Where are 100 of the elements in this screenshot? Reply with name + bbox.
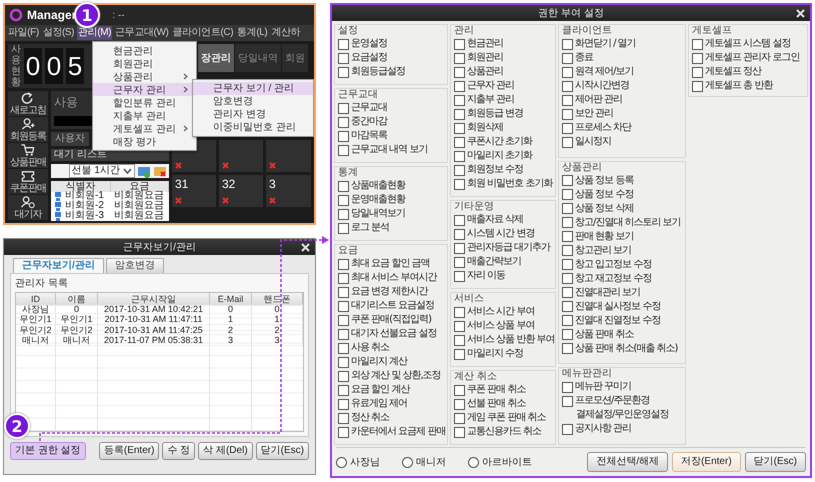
menu-item[interactable]: 이중비밀번호 관리 — [193, 121, 313, 134]
checkbox[interactable] — [454, 178, 465, 190]
checkbox[interactable] — [562, 189, 573, 200]
button[interactable]: 삭 제(Del) — [198, 442, 253, 460]
menu-item[interactable]: 상품관리 — [93, 70, 196, 83]
checkbox[interactable] — [454, 136, 465, 148]
checkbox[interactable] — [338, 180, 349, 192]
checkbox[interactable] — [338, 426, 349, 438]
checkbox[interactable] — [562, 217, 573, 228]
monitor-plus-icon[interactable] — [137, 164, 151, 178]
seat-tile[interactable] — [266, 140, 311, 172]
checkbox[interactable] — [454, 320, 465, 332]
checkbox[interactable] — [338, 194, 349, 206]
checkbox[interactable] — [454, 334, 465, 346]
menu-item[interactable]: 파일(F) — [7, 26, 40, 40]
checkbox[interactable] — [562, 94, 573, 106]
checkbox[interactable] — [562, 122, 573, 134]
close-icon[interactable] — [301, 243, 310, 252]
seat-tile[interactable]: 3 — [266, 175, 311, 207]
button[interactable]: 저장(Enter) — [672, 452, 741, 472]
checkbox[interactable] — [692, 52, 703, 64]
checkbox[interactable] — [454, 122, 465, 134]
menu-item[interactable]: 매장 평가 — [93, 135, 196, 148]
checkbox[interactable] — [338, 102, 349, 114]
checkbox[interactable] — [454, 306, 465, 318]
checkbox[interactable] — [454, 348, 465, 360]
checkbox[interactable] — [562, 231, 573, 242]
checkbox[interactable] — [562, 175, 573, 186]
checkbox[interactable] — [562, 301, 573, 312]
checkbox[interactable] — [454, 256, 465, 268]
checkbox[interactable] — [338, 370, 349, 382]
menu-item[interactable]: 지출부 관리 — [93, 109, 196, 122]
radio-button[interactable] — [336, 456, 347, 468]
checkbox[interactable] — [562, 259, 573, 270]
seat-tile[interactable]: 31 — [172, 175, 216, 207]
menu-item[interactable]: 할인분류 관리 — [93, 96, 196, 109]
checkbox[interactable] — [562, 66, 573, 78]
checkbox[interactable] — [692, 38, 703, 50]
checkbox[interactable] — [338, 38, 349, 50]
button[interactable]: 닫기(Esc) — [256, 442, 309, 460]
checkbox[interactable] — [338, 314, 349, 326]
seat-tile[interactable]: 32 — [219, 175, 263, 207]
checkbox[interactable] — [562, 245, 573, 256]
checkbox[interactable] — [562, 203, 573, 214]
checkbox[interactable] — [562, 343, 573, 354]
checkbox[interactable] — [692, 80, 703, 92]
checkbox[interactable] — [338, 66, 349, 78]
checkbox[interactable] — [562, 38, 573, 50]
menu-item[interactable]: 암호변경 — [193, 95, 313, 108]
menu-item[interactable]: 클라이언트(C) — [171, 26, 234, 40]
toolbar-button[interactable]: 대기자 — [8, 195, 48, 220]
close-icon[interactable] — [796, 9, 805, 18]
delete-icon[interactable] — [153, 164, 167, 178]
checkbox[interactable] — [692, 66, 703, 78]
checkbox[interactable] — [562, 80, 573, 92]
menu-item[interactable]: 게토셀프 관리 — [93, 122, 196, 135]
checkbox[interactable] — [338, 300, 349, 312]
checkbox[interactable] — [338, 208, 349, 220]
checkbox[interactable] — [454, 164, 465, 176]
checkbox[interactable] — [454, 66, 465, 78]
checkbox[interactable] — [454, 398, 465, 410]
checkbox[interactable] — [454, 412, 465, 424]
menu-item[interactable]: 회원관리 — [93, 57, 196, 70]
checkbox[interactable] — [338, 130, 349, 142]
checkbox[interactable] — [338, 116, 349, 128]
checkbox[interactable] — [338, 286, 349, 298]
tab[interactable]: 근무자보기/관리 — [13, 258, 104, 273]
checkbox[interactable] — [454, 150, 465, 162]
checkbox[interactable] — [562, 108, 573, 120]
checkbox[interactable] — [338, 222, 349, 234]
checkbox[interactable] — [562, 329, 573, 340]
checkbox[interactable] — [562, 136, 573, 148]
checkbox[interactable] — [454, 426, 465, 438]
button[interactable]: 전체선택/해제 — [587, 452, 668, 472]
seat-tile[interactable] — [219, 140, 263, 172]
checkbox[interactable] — [454, 94, 465, 106]
button[interactable]: 등록(Enter) — [98, 442, 160, 460]
toolbar-button[interactable]: 회원등록 — [8, 117, 48, 142]
tab[interactable]: 회원 — [282, 44, 308, 72]
menu-item[interactable]: 근무자 보기 / 관리 — [193, 82, 313, 95]
checkbox[interactable] — [562, 273, 573, 284]
checkbox[interactable] — [454, 270, 465, 282]
checkbox[interactable] — [562, 315, 573, 326]
button[interactable]: 닫기(Esc) — [744, 452, 806, 472]
menu-item[interactable]: 설정(S) — [42, 26, 76, 40]
filter-dropdown[interactable]: 선불 1시간 — [68, 164, 135, 178]
checkbox[interactable] — [338, 52, 349, 64]
checkbox[interactable] — [562, 52, 573, 64]
toolbar-button[interactable]: 쿠폰판매 — [8, 169, 48, 194]
radio-button[interactable] — [468, 456, 479, 468]
menu-item[interactable]: 계산하 — [270, 26, 302, 40]
tab[interactable]: 암호변경 — [106, 258, 164, 273]
checkbox[interactable] — [338, 258, 349, 270]
menu-item[interactable]: 관리(M) — [77, 26, 112, 40]
checkbox[interactable] — [338, 398, 349, 410]
checkbox[interactable] — [338, 384, 349, 396]
checkbox[interactable] — [454, 242, 465, 254]
checkbox[interactable] — [338, 144, 349, 156]
tab[interactable]: 당일내역 — [235, 44, 281, 72]
checkbox[interactable] — [454, 38, 465, 50]
